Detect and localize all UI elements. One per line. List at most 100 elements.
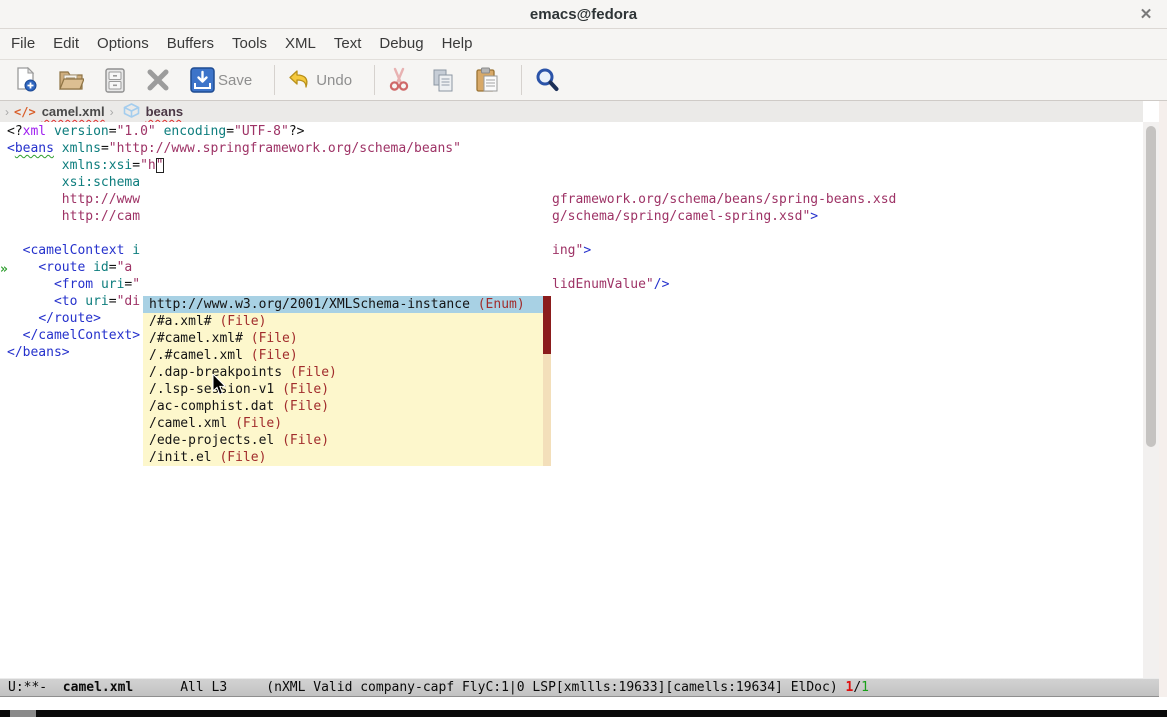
save-button-label: Save xyxy=(218,72,252,89)
completion-item[interactable]: /ede-projects.el (File) xyxy=(143,432,543,449)
undo-button[interactable]: Undo xyxy=(287,68,352,92)
code-token: xsi:schema xyxy=(62,175,140,190)
code-line: http://cam xyxy=(7,208,140,225)
code-token: encoding xyxy=(164,124,227,139)
code-token: <to xyxy=(54,294,77,309)
file-cabinet-icon xyxy=(104,68,126,93)
code-token: = xyxy=(132,158,140,173)
open-folder-icon xyxy=(58,68,84,92)
code-token: http://www xyxy=(62,192,140,207)
popup-scrollbar-thumb[interactable] xyxy=(543,296,551,354)
menu-help[interactable]: Help xyxy=(433,29,482,59)
breadcrumb: › </> camel.xml › beans xyxy=(0,101,1143,122)
completion-item[interactable]: /#a.xml# (File) xyxy=(143,313,543,330)
code-line: </route> xyxy=(7,310,101,327)
code-line: xsi:schema xyxy=(7,174,140,191)
code-token: </camelContext> xyxy=(23,328,140,343)
code-token: "h xyxy=(140,158,156,173)
code-token xyxy=(85,260,93,275)
menu-text[interactable]: Text xyxy=(325,29,371,59)
code-line: <route id="a xyxy=(7,259,132,276)
code-token: beans xyxy=(15,141,54,156)
code-token xyxy=(46,124,54,139)
code-line: http://www xyxy=(7,191,140,208)
mode-line[interactable]: U:**- camel.xml All L3 (nXML Valid compa… xyxy=(0,678,1159,697)
completion-label: /#a.xml# xyxy=(149,314,219,329)
completion-item[interactable]: /init.el (File) xyxy=(143,449,543,466)
code-token: </beans> xyxy=(7,345,70,360)
toolbar-separator xyxy=(274,65,275,95)
cut-button[interactable] xyxy=(387,67,411,93)
completion-item[interactable]: /#camel.xml# (File) xyxy=(143,330,543,347)
code-line: </beans> xyxy=(7,344,70,361)
copy-button[interactable] xyxy=(431,68,455,93)
completion-kind-annotation: (File) xyxy=(282,382,329,397)
completion-item[interactable]: /.#camel.xml (File) xyxy=(143,347,543,364)
new-file-icon xyxy=(14,67,38,93)
breadcrumb-file[interactable]: camel.xml xyxy=(42,104,105,119)
code-token: = xyxy=(101,141,109,156)
code-token: "a xyxy=(117,260,133,275)
paste-button[interactable] xyxy=(475,67,499,93)
code-token xyxy=(7,192,62,207)
modeline-segment: U:**- xyxy=(8,680,63,695)
completion-label: /#camel.xml# xyxy=(149,331,251,346)
menu-buffers[interactable]: Buffers xyxy=(158,29,223,59)
code-line: <from uri=" xyxy=(7,276,140,293)
popup-scrollbar[interactable] xyxy=(543,296,551,466)
paste-clipboard-icon xyxy=(475,67,499,93)
code-token xyxy=(7,158,62,173)
save-disk-icon xyxy=(190,67,215,93)
code-token: xml xyxy=(23,124,46,139)
window-right-edge xyxy=(1159,101,1167,710)
echo-area[interactable] xyxy=(0,697,1167,710)
menu-options[interactable]: Options xyxy=(88,29,158,59)
completion-kind-annotation: (Enum) xyxy=(478,297,525,312)
menu-tools[interactable]: Tools xyxy=(223,29,276,59)
code-token: </route> xyxy=(38,311,101,326)
breadcrumb-node[interactable]: beans xyxy=(146,104,184,119)
code-line: <to uri="di xyxy=(7,293,140,310)
close-x-icon xyxy=(146,68,170,92)
window-scrollbar-thumb[interactable] xyxy=(1146,126,1156,447)
code-token: g/schema/spring/camel-spring.xsd" xyxy=(552,209,810,224)
menu-debug[interactable]: Debug xyxy=(370,29,432,59)
code-token xyxy=(7,328,23,343)
completion-item[interactable]: /ac-comphist.dat (File) xyxy=(143,398,543,415)
dired-button[interactable] xyxy=(104,68,126,93)
code-line: <beans xmlns="http://www.springframework… xyxy=(7,140,461,157)
close-buffer-button[interactable] xyxy=(146,68,170,92)
completion-label: /init.el xyxy=(149,450,219,465)
completion-kind-annotation: (File) xyxy=(282,399,329,414)
code-token xyxy=(7,243,23,258)
completion-kind-annotation: (File) xyxy=(251,348,298,363)
completion-items: http://www.w3.org/2001/XMLSchema-instanc… xyxy=(143,296,551,466)
completion-kind-annotation: (File) xyxy=(219,314,266,329)
code-token xyxy=(7,260,38,275)
chevron-right-icon: › xyxy=(0,105,14,119)
open-file-button[interactable] xyxy=(58,68,84,92)
search-button[interactable] xyxy=(534,67,560,93)
code-line-fragment: gframework.org/schema/beans/spring-beans… xyxy=(552,191,896,208)
completion-popup: http://www.w3.org/2001/XMLSchema-instanc… xyxy=(143,296,551,466)
new-file-button[interactable] xyxy=(14,67,38,93)
menu-edit[interactable]: Edit xyxy=(44,29,88,59)
menu-file[interactable]: File xyxy=(2,29,44,59)
code-token xyxy=(93,277,101,292)
completion-item[interactable]: /.dap-breakpoints (File) xyxy=(143,364,543,381)
code-token: <from xyxy=(54,277,93,292)
cut-scissors-icon xyxy=(387,67,411,93)
editor-buffer[interactable]: » <?xml version="1.0" encoding="UTF-8"?>… xyxy=(0,122,1143,678)
close-window-icon[interactable]: ✕ xyxy=(1135,4,1157,26)
completion-item-selected[interactable]: http://www.w3.org/2001/XMLSchema-instanc… xyxy=(143,296,543,313)
completion-item[interactable]: /camel.xml (File) xyxy=(143,415,543,432)
completion-item[interactable]: /.lsp-session-v1 (File) xyxy=(143,381,543,398)
code-token: i xyxy=(132,243,140,258)
menu-xml[interactable]: XML xyxy=(276,29,325,59)
completion-label: /.#camel.xml xyxy=(149,348,251,363)
window-title: emacs@fedora xyxy=(530,6,637,23)
save-button[interactable]: Save xyxy=(190,67,252,93)
code-token: "http://www.springframework.org/schema/b… xyxy=(109,141,461,156)
completion-kind-annotation: (File) xyxy=(235,416,282,431)
toolbar-separator xyxy=(521,65,522,95)
